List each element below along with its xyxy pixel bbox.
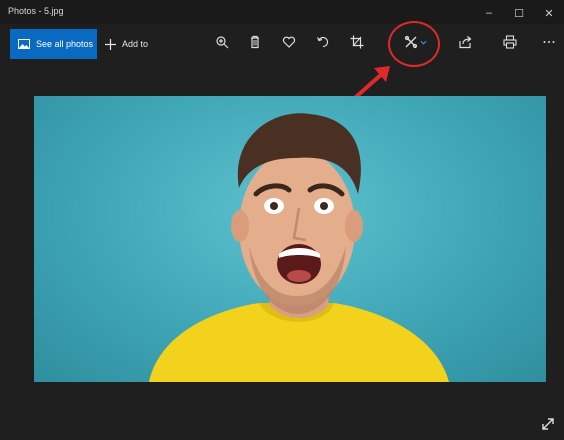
- more-icon: [543, 41, 555, 43]
- share-button[interactable]: [452, 29, 478, 55]
- heart-icon: [282, 36, 296, 48]
- window-title: Photos - 5.jpg: [8, 6, 64, 16]
- photo-image: [34, 96, 546, 382]
- print-icon: [503, 35, 517, 49]
- maximize-icon: ☐: [514, 7, 524, 20]
- photos-icon: [18, 39, 30, 49]
- share-icon: [459, 36, 472, 49]
- minimize-button[interactable]: –: [474, 2, 504, 24]
- maximize-button[interactable]: ☐: [504, 2, 534, 24]
- toolbar: See all photos Add to: [0, 24, 564, 60]
- rotate-button[interactable]: [310, 29, 336, 55]
- more-button[interactable]: [536, 29, 562, 55]
- rotate-icon: [316, 36, 329, 48]
- print-button[interactable]: [497, 29, 523, 55]
- title-bar: Photos - 5.jpg – ☐ ✕: [0, 0, 564, 24]
- close-button[interactable]: ✕: [534, 2, 564, 24]
- plus-icon: [105, 38, 116, 50]
- expand-button[interactable]: [538, 414, 558, 434]
- add-to-label: Add to: [122, 39, 149, 49]
- close-icon: ✕: [544, 7, 554, 20]
- zoom-in-icon: [216, 36, 229, 49]
- see-all-photos-button[interactable]: See all photos: [10, 29, 97, 59]
- add-to-button[interactable]: Add to: [105, 29, 148, 59]
- favorite-button[interactable]: [276, 29, 302, 55]
- crop-icon: [350, 35, 364, 49]
- zoom-in-button[interactable]: [209, 29, 235, 55]
- expand-icon: [542, 418, 554, 430]
- see-all-photos-label: See all photos: [36, 39, 94, 49]
- delete-button[interactable]: [242, 29, 268, 55]
- trash-icon: [251, 35, 259, 49]
- minimize-icon: –: [485, 7, 493, 19]
- portrait-illustration: [149, 113, 449, 382]
- crop-button[interactable]: [344, 29, 370, 55]
